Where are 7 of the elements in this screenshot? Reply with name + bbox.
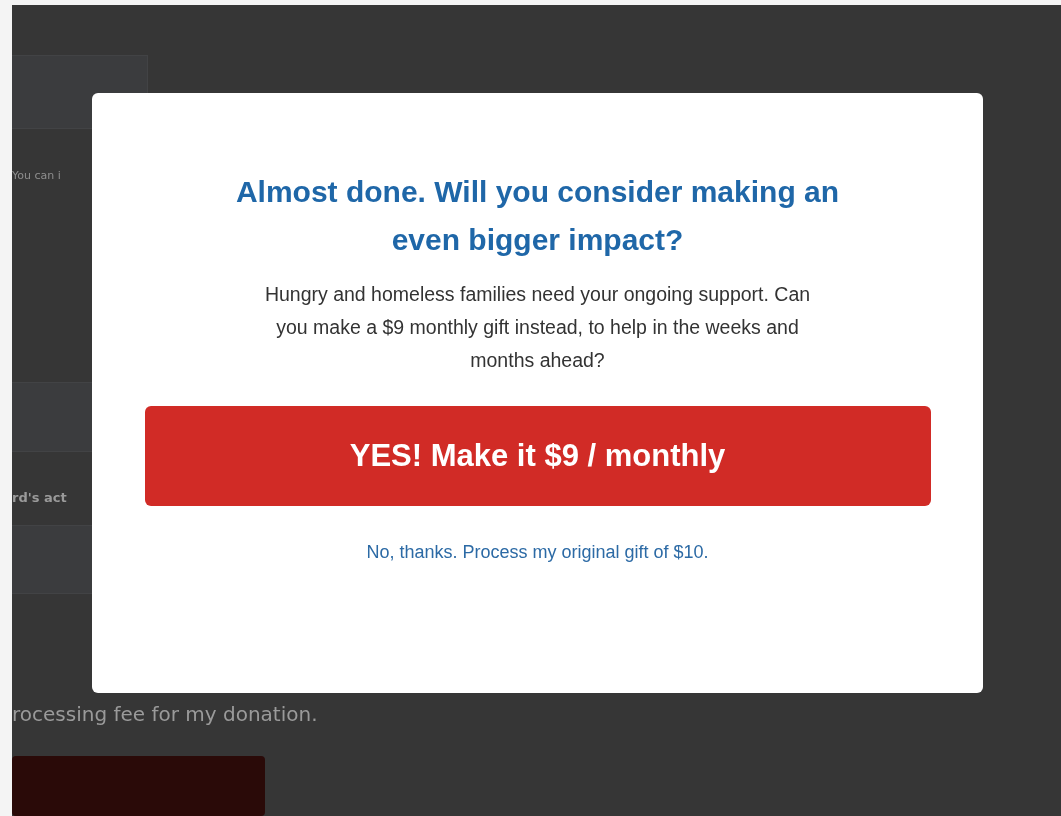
modal-message: Hungry and homeless families need your ongoing support. Can you make a $9 monthly gift instead, to help in the weeks and months ahead? [263, 282, 812, 373]
modal-title: Almost done. Will you consider making an even bigger impact? [234, 174, 841, 258]
help-text: You can i [12, 169, 61, 183]
decline-link[interactable]: No, thanks. Process my original gift of $10. [366, 542, 709, 563]
fee-text: rocessing fee for my donation. [12, 702, 318, 727]
field-label: rd's act [12, 489, 67, 505]
monthly-gift-button[interactable]: YES! Make it $9 / monthly [144, 406, 931, 506]
